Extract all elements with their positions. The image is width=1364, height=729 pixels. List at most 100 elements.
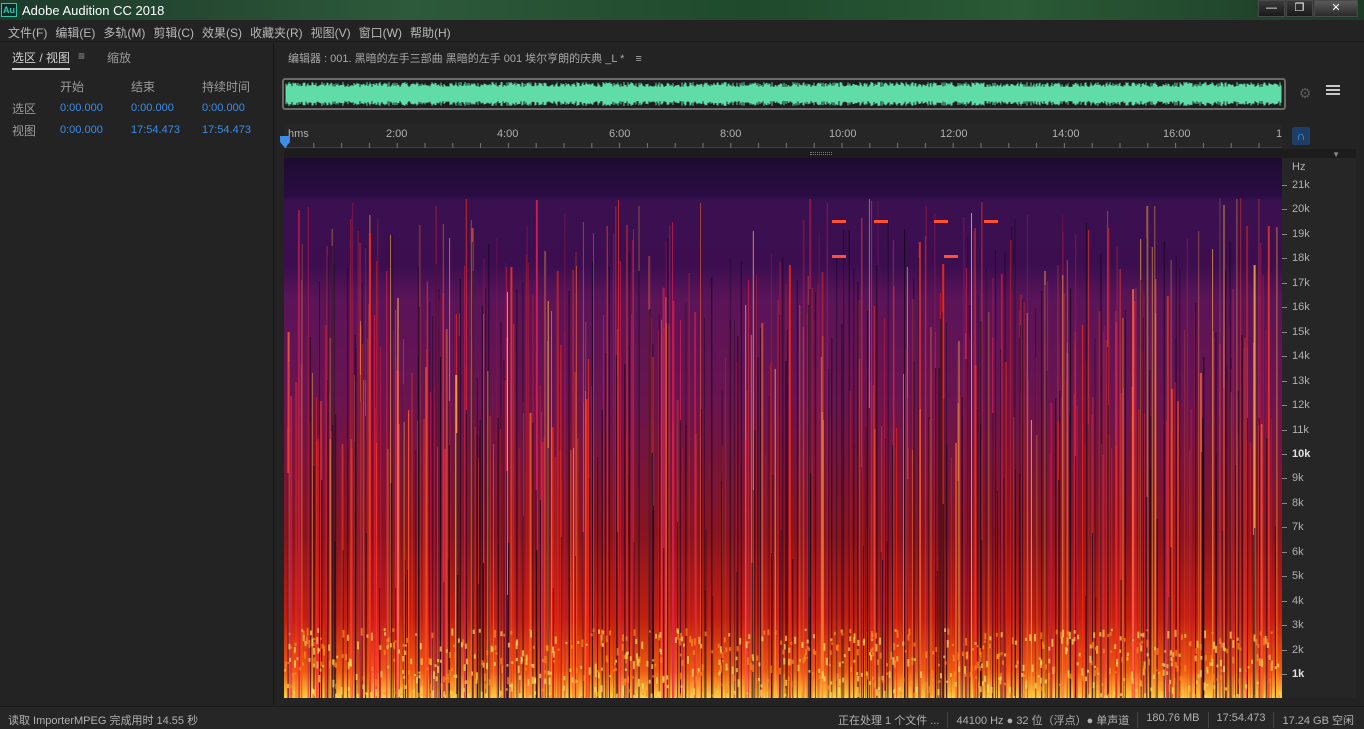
editor-title: 编辑器 : 001. 黑暗的左手三部曲 黑暗的左手 001 埃尔亨朗的庆典 _L…	[288, 50, 642, 66]
zoom-navigator-icon[interactable]: ⚙	[1296, 85, 1314, 103]
spectral-frequency-display[interactable]	[284, 158, 1282, 698]
close-button[interactable]: ✕	[1314, 0, 1358, 17]
list-view-icon[interactable]	[1326, 85, 1340, 99]
spectral-energy	[784, 693, 787, 697]
hz-label: 13k	[1292, 374, 1310, 387]
spectral-energy	[1071, 638, 1074, 645]
menu-edit[interactable]: 编辑(E)	[53, 20, 101, 41]
spectral-energy	[1238, 678, 1241, 685]
spectral-energy	[464, 643, 467, 649]
spectral-energy	[342, 629, 345, 638]
spectral-energy	[301, 629, 304, 632]
spectral-energy	[886, 672, 889, 675]
view-start-value[interactable]: 0:00.000	[60, 124, 131, 136]
selection-end-value[interactable]: 0:00.000	[131, 102, 202, 114]
spectral-energy	[650, 693, 653, 698]
spectral-energy	[366, 692, 369, 698]
spectral-energy	[380, 670, 383, 678]
spectral-energy	[335, 662, 338, 668]
selection-table: 开始 结束 持续时间 选区 0:00.000 0:00.000 0:00.000…	[12, 75, 273, 141]
spectral-energy	[1140, 633, 1143, 637]
spectral-energy	[853, 633, 856, 640]
spectral-energy	[831, 642, 834, 645]
spectral-energy	[830, 638, 833, 642]
spectral-energy	[871, 647, 874, 651]
menu-help[interactable]: 帮助(H)	[408, 20, 457, 41]
minimize-button[interactable]: —	[1258, 0, 1285, 17]
selection-start-value[interactable]: 0:00.000	[60, 102, 131, 114]
tab-selection-view[interactable]: 选区 / 视图	[12, 49, 71, 70]
spectral-energy	[293, 647, 296, 653]
spectral-energy	[695, 676, 698, 684]
tonal-band	[874, 220, 888, 223]
selection-table-header: 开始 结束 持续时间	[12, 75, 273, 97]
spectral-energy	[615, 693, 618, 698]
spectral-energy	[893, 689, 896, 694]
menu-clip[interactable]: 剪辑(C)	[151, 20, 200, 41]
spectral-energy	[689, 636, 692, 643]
spectral-energy	[552, 646, 554, 653]
scroll-grip[interactable]	[810, 152, 832, 155]
spectral-energy	[888, 671, 891, 678]
spectral-energy	[389, 643, 392, 648]
spectral-energy	[836, 644, 839, 651]
spectral-energy	[871, 633, 874, 637]
selection-duration-value[interactable]: 0:00.000	[202, 102, 273, 114]
time-ruler[interactable]: hms 2:00 4:00 6:00 8:00 10:00 12:00 14:0…	[284, 124, 1282, 148]
restore-button[interactable]: ❐	[1286, 0, 1313, 17]
spectral-energy	[402, 656, 405, 662]
spectral-energy	[961, 651, 964, 657]
spectral-energy	[1209, 662, 1212, 666]
spectral-energy	[1025, 637, 1027, 641]
hz-tick	[1282, 674, 1287, 675]
menu-window[interactable]: 窗口(W)	[357, 20, 408, 41]
spectral-energy	[876, 659, 879, 665]
spectral-energy	[534, 679, 536, 683]
spectral-energy	[476, 672, 478, 680]
spectral-energy	[787, 676, 790, 681]
hz-tick	[1282, 551, 1287, 553]
spectral-energy	[869, 681, 872, 685]
tonal-band	[944, 255, 958, 258]
spectral-energy	[313, 657, 316, 663]
spectral-energy	[449, 693, 452, 698]
menu-multitrack[interactable]: 多轨(M)	[101, 20, 151, 41]
spectral-energy	[783, 674, 786, 680]
spectral-energy	[984, 640, 987, 643]
spectral-energy	[431, 632, 434, 639]
menu-favorites[interactable]: 收藏夹(R)	[248, 20, 309, 41]
hz-tick	[1282, 258, 1287, 260]
spectral-energy	[637, 659, 640, 667]
spectral-energy	[518, 693, 521, 698]
snap-icon[interactable]: ∩	[1292, 127, 1310, 145]
spectral-energy	[417, 692, 420, 698]
menu-effects[interactable]: 效果(S)	[200, 20, 248, 41]
spectral-energy	[767, 629, 770, 636]
spectral-energy	[1204, 695, 1207, 698]
vertical-zoom-scrollbar[interactable]: ▼	[284, 149, 1356, 159]
editor-menu-icon[interactable]: ≡	[635, 53, 641, 65]
view-duration-value[interactable]: 17:54.473	[202, 124, 273, 136]
hz-label: 17k	[1292, 276, 1310, 289]
hz-label: 16k	[1292, 301, 1310, 314]
view-end-value[interactable]: 17:54.473	[131, 124, 202, 136]
menu-file[interactable]: 文件(F)	[6, 20, 53, 41]
spectral-energy	[698, 636, 701, 645]
spectral-energy	[1051, 638, 1054, 647]
spectral-energy	[371, 666, 374, 671]
spectral-energy	[1015, 664, 1018, 668]
panel-menu-icon[interactable]: ≡	[78, 49, 85, 70]
spectral-energy	[1233, 695, 1236, 698]
overview-waveform[interactable]	[282, 78, 1286, 110]
hz-tick	[1282, 576, 1287, 578]
spectral-energy	[940, 673, 942, 679]
spectral-energy	[811, 672, 814, 676]
spectral-energy	[1146, 629, 1149, 632]
spectral-energy	[946, 640, 949, 648]
menu-view[interactable]: 视图(V)	[309, 20, 357, 41]
spectral-energy	[652, 675, 655, 678]
spectral-energy	[609, 630, 611, 636]
spectral-energy	[375, 682, 378, 686]
tab-zoom[interactable]: 缩放	[107, 49, 131, 70]
playhead-handle[interactable]	[280, 136, 290, 148]
